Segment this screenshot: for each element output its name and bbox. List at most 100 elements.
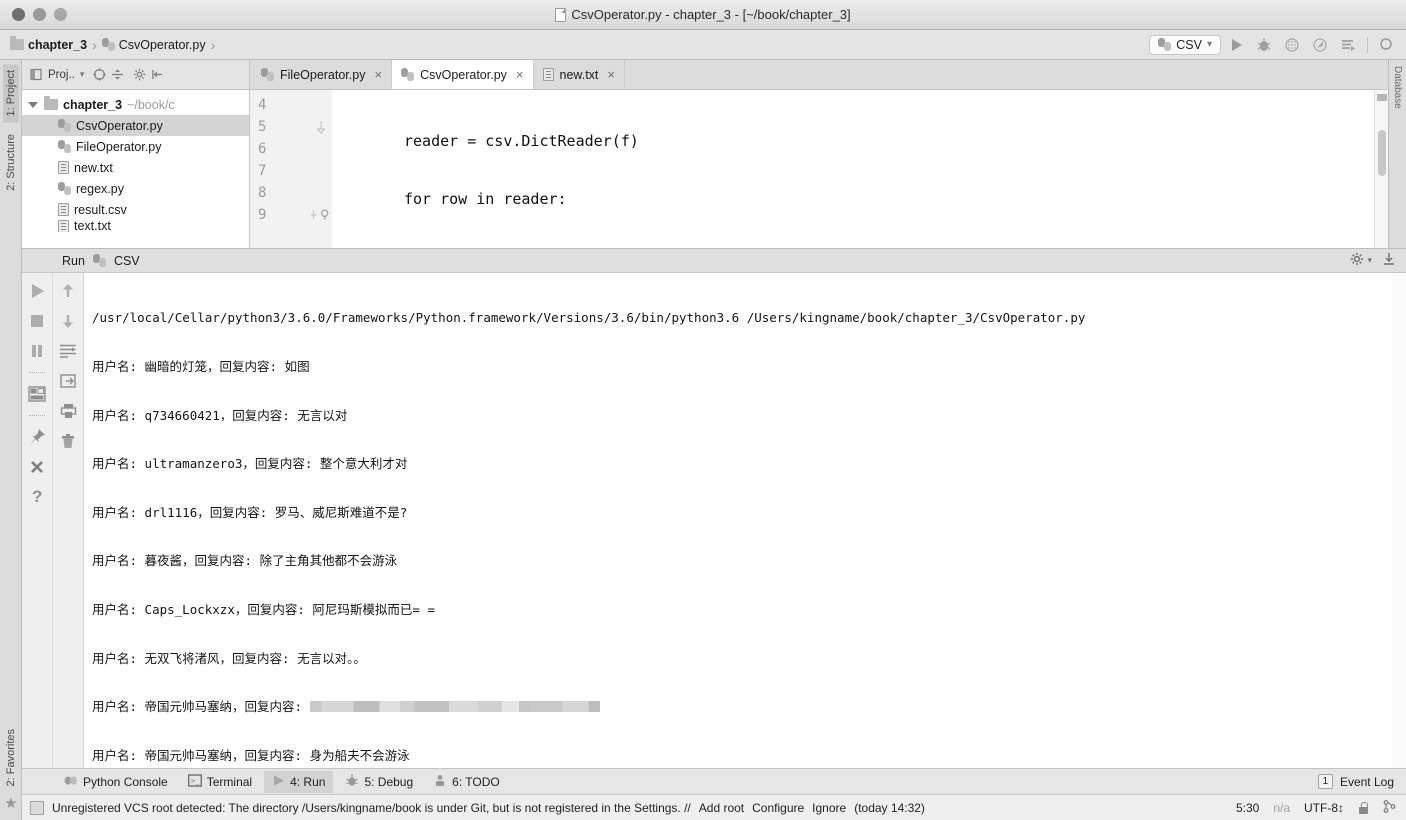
code-text[interactable]: reader = csv.DictReader(f) for row in re… bbox=[332, 90, 1374, 248]
run-icon[interactable] bbox=[1223, 34, 1249, 56]
breadcrumb-file-label: CsvOperator.py bbox=[118, 37, 206, 52]
status-action-configure[interactable]: Configure bbox=[752, 801, 804, 815]
stop-icon[interactable] bbox=[27, 311, 47, 331]
scroll-up-icon[interactable] bbox=[58, 281, 78, 301]
status-action-ignore[interactable]: Ignore bbox=[812, 801, 846, 815]
tree-row-root[interactable]: chapter_3 ~/book/c bbox=[22, 94, 249, 115]
run-window-config-label[interactable]: CSV bbox=[114, 254, 140, 268]
soft-wrap-icon[interactable] bbox=[58, 341, 78, 361]
chevron-down-icon[interactable]: ▾ bbox=[1367, 255, 1372, 266]
print-icon[interactable] bbox=[58, 401, 78, 421]
breadcrumb-project[interactable]: chapter_3 bbox=[10, 36, 88, 52]
status-timestamp: (today 14:32) bbox=[854, 800, 925, 815]
sidebar-item-structure[interactable]: 2: Structure bbox=[3, 128, 19, 197]
left-tool-rail: 1: Project 2: Structure 2: Favorites bbox=[0, 60, 22, 820]
console-scrollbar[interactable] bbox=[1392, 273, 1406, 768]
layout-icon[interactable] bbox=[27, 384, 47, 404]
sidebar-item-database-label[interactable]: Database bbox=[1392, 66, 1403, 109]
file-encoding[interactable]: UTF-8↕ bbox=[1304, 801, 1344, 815]
status-action-add-root[interactable]: Add root bbox=[699, 801, 744, 815]
tab-python-console[interactable]: Python Console bbox=[56, 771, 176, 793]
maximize-window-button[interactable] bbox=[54, 8, 67, 21]
rerun-icon[interactable] bbox=[27, 281, 47, 301]
tab-new-txt[interactable]: new.txt × bbox=[534, 60, 626, 89]
rerun-icon[interactable] bbox=[1335, 34, 1361, 56]
tree-item-label: text.txt bbox=[74, 220, 111, 232]
editor-scrollbar[interactable] bbox=[1374, 90, 1388, 248]
event-log-area[interactable]: 1 Event Log bbox=[1317, 774, 1406, 789]
project-toolbar-label[interactable]: Proj.. bbox=[48, 69, 75, 81]
console-output[interactable]: /usr/local/Cellar/python3/3.6.0/Framewor… bbox=[84, 273, 1406, 768]
tree-row-text-txt[interactable]: text.txt bbox=[22, 220, 249, 232]
export-icon[interactable] bbox=[1382, 252, 1396, 269]
editor-scroll-thumb[interactable] bbox=[1378, 130, 1386, 176]
run-toolbar: CSV ▾ bbox=[1149, 34, 1400, 56]
minimize-window-button[interactable] bbox=[33, 8, 46, 21]
bottom-tool-bar: Python Console >_ Terminal 4: Run 5: Deb… bbox=[22, 768, 1406, 794]
close-icon[interactable]: × bbox=[374, 67, 382, 82]
chevron-down-icon[interactable] bbox=[28, 101, 38, 108]
tree-row-regex[interactable]: regex.py bbox=[22, 178, 249, 199]
fold-gutter[interactable] bbox=[310, 90, 332, 248]
tree-row-fileoperator[interactable]: FileOperator.py bbox=[22, 136, 249, 157]
tree-row-result-csv[interactable]: result.csv bbox=[22, 199, 249, 220]
line-separator[interactable]: n/a bbox=[1273, 801, 1290, 815]
tab-terminal[interactable]: >_ Terminal bbox=[180, 771, 260, 793]
settings-gear-icon[interactable] bbox=[133, 68, 146, 81]
tab-label: 4: Run bbox=[290, 774, 326, 789]
breadcrumb-separator-2: › bbox=[210, 36, 216, 53]
fold-end-handle[interactable] bbox=[310, 204, 332, 226]
trash-icon[interactable] bbox=[58, 431, 78, 451]
collapse-all-icon[interactable] bbox=[111, 68, 124, 81]
tab-fileoperator[interactable]: FileOperator.py × bbox=[252, 60, 393, 89]
run-window-toolbar: ? bbox=[22, 273, 84, 768]
console-line-redacted: 用户名: 帝国元帅马塞纳，回复内容: bbox=[92, 699, 1406, 715]
profile-icon[interactable] bbox=[1307, 34, 1333, 56]
lock-icon[interactable] bbox=[1358, 801, 1369, 814]
event-log-label[interactable]: Event Log bbox=[1340, 775, 1394, 789]
redaction-block bbox=[309, 701, 600, 713]
tab-label: 5: Debug bbox=[364, 774, 414, 789]
tree-item-label: FileOperator.py bbox=[76, 139, 162, 154]
breadcrumb-project-label: chapter_3 bbox=[28, 37, 88, 52]
run-configuration-selector[interactable]: CSV ▾ bbox=[1149, 34, 1221, 55]
debug-icon[interactable] bbox=[1251, 34, 1277, 56]
close-window-button[interactable] bbox=[12, 8, 25, 21]
help-icon[interactable]: ? bbox=[27, 487, 47, 507]
code-line-5: for row in reader: bbox=[332, 188, 1374, 210]
collapse-target-icon[interactable] bbox=[93, 68, 106, 81]
close-icon[interactable] bbox=[27, 457, 47, 477]
pause-icon[interactable] bbox=[27, 341, 47, 361]
sidebar-item-favorites[interactable]: 2: Favorites bbox=[3, 723, 19, 792]
caret-position[interactable]: 5:30 bbox=[1236, 801, 1259, 815]
tab-debug[interactable]: 5: Debug bbox=[337, 771, 421, 793]
sidebar-item-project[interactable]: 1: Project bbox=[2, 64, 19, 123]
close-icon[interactable]: × bbox=[607, 67, 615, 82]
tab-csvoperator[interactable]: CsvOperator.py × bbox=[392, 60, 534, 89]
tab-todo[interactable]: 6: TODO bbox=[425, 771, 508, 793]
hide-panel-icon[interactable] bbox=[151, 68, 164, 81]
search-everywhere-icon[interactable] bbox=[1374, 34, 1400, 56]
branch-icon[interactable] bbox=[1383, 799, 1396, 816]
status-indicator-box[interactable] bbox=[30, 800, 44, 815]
window-controls[interactable] bbox=[0, 8, 67, 21]
svg-text:>_: >_ bbox=[191, 777, 200, 785]
fold-handle[interactable] bbox=[310, 116, 332, 138]
tree-item-label: regex.py bbox=[76, 181, 124, 196]
close-icon[interactable]: × bbox=[516, 67, 524, 82]
coverage-icon[interactable] bbox=[1279, 34, 1305, 56]
window-title: CsvOperator.py - chapter_3 - [~/book/cha… bbox=[571, 7, 851, 22]
pin-icon[interactable] bbox=[27, 427, 47, 447]
run-window-title: Run bbox=[62, 253, 85, 268]
chevron-down-icon[interactable]: ▾ bbox=[80, 69, 85, 80]
sidebar-item-favorites-label: 2: Favorites bbox=[4, 728, 17, 786]
title-bar: CsvOperator.py - chapter_3 - [~/book/cha… bbox=[0, 0, 1406, 30]
fold-blank bbox=[310, 160, 332, 182]
tree-row-csvoperator[interactable]: CsvOperator.py bbox=[22, 115, 249, 136]
open-in-editor-icon[interactable] bbox=[58, 371, 78, 391]
breadcrumb-file[interactable]: CsvOperator.py bbox=[101, 37, 206, 52]
scroll-down-icon[interactable] bbox=[58, 311, 78, 331]
gear-icon[interactable] bbox=[1350, 252, 1364, 269]
tab-run[interactable]: 4: Run bbox=[264, 770, 334, 793]
tree-row-new-txt[interactable]: new.txt bbox=[22, 157, 249, 178]
